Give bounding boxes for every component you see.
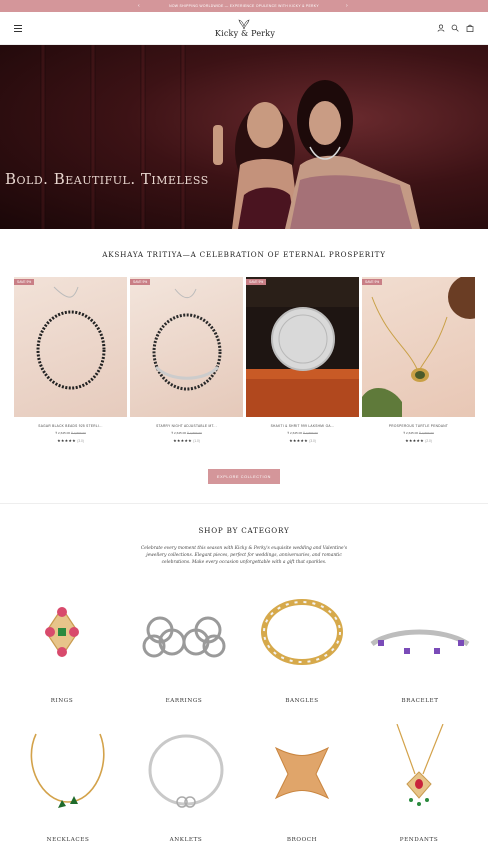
section-divider: [0, 503, 488, 504]
explore-collection-button[interactable]: EXPLORE COLLECTION: [208, 469, 280, 484]
category-rings[interactable]: RINGS: [6, 588, 118, 704]
product-price: ₹ 2,645.00 ₹ 2,899.00: [287, 431, 318, 435]
rings-image: [6, 588, 118, 676]
announcement-prev-icon[interactable]: ‹: [138, 0, 140, 12]
product-rating: ★★★★★ (1.0): [173, 438, 200, 443]
hero-headline: Bold. Beautiful. Timeless: [5, 170, 209, 188]
category-label[interactable]: PENDANTS: [363, 837, 475, 843]
category-bangles[interactable]: BANGLES: [246, 588, 358, 704]
brand-logo[interactable]: Kicky & Perky: [207, 18, 283, 42]
turtle-pendant-image: [362, 277, 475, 417]
search-icon[interactable]: [451, 24, 459, 32]
shop-by-category-title: SHOP BY CATEGORY: [198, 526, 290, 535]
anklets-image: [130, 724, 242, 812]
announcement-bar: ‹ NOW SHIPPING WORLDWIDE — EXPERIENCE OP…: [0, 0, 488, 12]
category-label[interactable]: BROOCH: [246, 837, 358, 843]
product-price: ₹ 2,645.00 ₹ 2,899.00: [55, 431, 86, 435]
category-brooch[interactable]: BROOCH: [246, 724, 358, 843]
hero-models-image: [213, 80, 420, 229]
product-card[interactable]: SAVE 9% SHAKTI & SHRIT 999 LAKSHMI GA...…: [246, 277, 359, 443]
product-rating: ★★★★★ (3.0): [57, 438, 84, 443]
category-anklets[interactable]: ANKLETS: [130, 724, 242, 843]
product-image[interactable]: SAVE 9%: [130, 277, 243, 417]
product-price: ₹ 2,645.00 ₹ 2,899.00: [403, 431, 434, 435]
collection-title: AKSHAYA TRITIYA—A CELEBRATION OF ETERNAL…: [102, 250, 386, 259]
discount-badge: SAVE 9%: [362, 279, 383, 285]
announcement-next-icon[interactable]: ›: [346, 0, 348, 12]
discount-badge: SAVE 9%: [14, 279, 35, 285]
product-name[interactable]: SHAKTI & SHRIT 999 LAKSHMI GA...: [246, 424, 359, 428]
hero-banner[interactable]: Bold. Beautiful. Timeless: [0, 45, 488, 229]
category-bracelet[interactable]: BRACELET: [364, 588, 476, 704]
product-card[interactable]: SAVE 9% SAGAR BLACK BEADS 925 STERLI... …: [14, 277, 127, 443]
category-earrings[interactable]: EARRINGS: [128, 588, 240, 704]
product-image[interactable]: SAVE 9%: [246, 277, 359, 417]
category-label[interactable]: EARRINGS: [128, 698, 240, 704]
product-card[interactable]: SAVE 9% PROSPEROUS TURTLE PENDANT ₹ 2,64…: [362, 277, 475, 443]
earrings-image: [128, 588, 240, 676]
announcement-text: NOW SHIPPING WORLDWIDE — EXPERIENCE OPUL…: [169, 4, 319, 8]
product-rating: ★★★★★ (3.0): [289, 438, 316, 443]
product-name[interactable]: SAGAR BLACK BEADS 925 STERLI...: [14, 424, 127, 428]
category-label[interactable]: NECKLACES: [12, 837, 124, 843]
silver-bracelet-image: [152, 288, 222, 391]
necklaces-image: [12, 724, 124, 812]
menu-icon[interactable]: [14, 25, 22, 32]
product-image[interactable]: SAVE 9%: [14, 277, 127, 417]
site-header: Kicky & Perky: [0, 12, 488, 45]
product-name[interactable]: STARRY NIGHT ADJUSTABLE MT...: [130, 424, 243, 428]
discount-badge: SAVE 9%: [130, 279, 151, 285]
black-bead-bracelet-image: [36, 286, 106, 390]
brand-name: Kicky & Perky: [214, 29, 276, 38]
product-name[interactable]: PROSPEROUS TURTLE PENDANT: [362, 424, 475, 428]
silver-coin-image: [246, 277, 359, 417]
category-necklaces[interactable]: NECKLACES: [12, 724, 124, 843]
cart-icon[interactable]: [466, 24, 474, 32]
category-label[interactable]: ANKLETS: [130, 837, 242, 843]
bracelet-image: [364, 588, 476, 676]
category-label[interactable]: RINGS: [6, 698, 118, 704]
bangles-image: [246, 588, 358, 676]
product-card[interactable]: SAVE 9% STARRY NIGHT ADJUSTABLE MT... ₹ …: [130, 277, 243, 443]
category-label[interactable]: BANGLES: [246, 698, 358, 704]
category-label[interactable]: BRACELET: [364, 698, 476, 704]
brooch-image: [246, 724, 358, 812]
product-price: ₹ 2,645.00 ₹ 2,899.00: [171, 431, 202, 435]
account-icon[interactable]: [437, 24, 445, 32]
product-rating: ★★★★★ (2.0): [405, 438, 432, 443]
pendants-image: [363, 723, 475, 812]
product-image[interactable]: SAVE 9%: [362, 277, 475, 417]
category-description: Celebrate every moment this season with …: [140, 546, 348, 565]
category-pendants[interactable]: PENDANTS: [363, 723, 475, 843]
discount-badge: SAVE 9%: [246, 279, 267, 285]
